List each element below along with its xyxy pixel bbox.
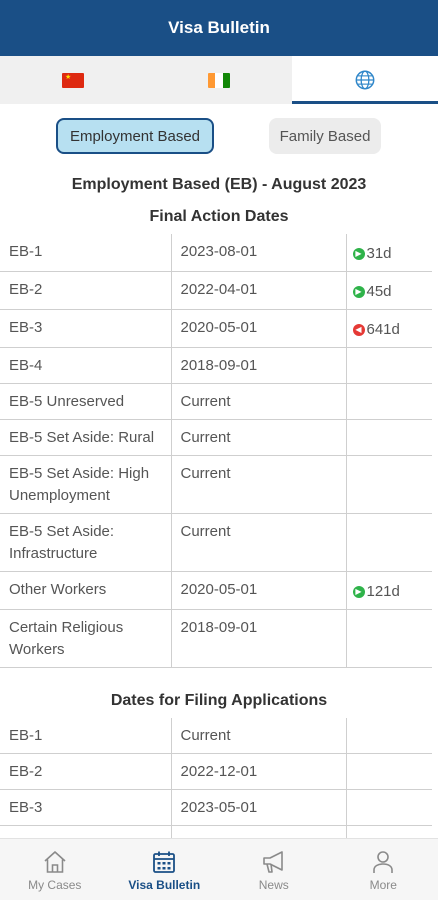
table-row: EB-5 Set Aside: High Unemployment Current <box>0 455 432 514</box>
globe-icon <box>355 70 375 90</box>
category-toggle: Employment Based Family Based <box>0 104 438 166</box>
nav-label: My Cases <box>28 877 82 892</box>
advance-arrow-icon: ▶ <box>352 248 365 260</box>
date-cell: 2023-08-01 <box>170 234 346 272</box>
date-cell: Current <box>170 383 346 420</box>
advance-arrow-icon: ▶ <box>352 286 365 298</box>
category-cell: EB-5 Set Aside: High Unemployment <box>0 455 171 514</box>
family-based-button[interactable]: Family Based <box>269 118 381 154</box>
nav-news[interactable]: News <box>219 839 329 900</box>
retrogress-arrow-icon: ◀ <box>352 324 365 336</box>
category-cell: Certain Religious Workers <box>0 609 171 668</box>
category-cell: EB-5 Set Aside: Rural <box>0 419 171 456</box>
change-cell <box>345 609 432 668</box>
employment-based-button[interactable]: Employment Based <box>56 118 214 154</box>
change-cell <box>345 789 432 826</box>
date-cell: 2018-09-01 <box>170 347 346 384</box>
advance-arrow-icon: ▶ <box>352 586 365 598</box>
filing-heading: Dates for Filing Applications <box>110 692 328 709</box>
megaphone-icon <box>262 850 283 873</box>
change-cell <box>345 383 432 420</box>
tab-india[interactable] <box>146 56 292 104</box>
app-header: Visa Bulletin <box>0 0 438 56</box>
table-row: EB-2 2022-04-01 ▶ 45d <box>0 271 432 310</box>
nav-more[interactable]: More <box>329 839 438 900</box>
change-cell <box>345 419 432 456</box>
category-cell: EB-3 <box>0 309 171 348</box>
change-indicator: ◀ 641d <box>352 319 400 341</box>
table-row: EB-1 2023-08-01 ▶ 31d <box>0 234 432 272</box>
change-indicator: ▶ 45d <box>352 281 392 303</box>
category-cell: EB-5 Set Aside: Infrastructure <box>0 513 171 572</box>
nav-label: News <box>258 877 289 892</box>
table-row: EB-3 2020-05-01 ◀ 641d <box>0 309 432 348</box>
page-title: Visa Bulletin <box>168 18 270 37</box>
tab-all-countries[interactable] <box>292 56 438 104</box>
category-cell: EB-4 <box>0 347 171 384</box>
china-flag-icon: ★ <box>62 72 84 88</box>
table-row: EB-5 Set Aside: Rural Current <box>0 419 432 456</box>
change-days: 641d <box>366 321 400 338</box>
table-row: Certain Religious Workers 2018-09-01 <box>0 609 432 668</box>
table-row: EB-2 2022-12-01 <box>0 753 432 790</box>
change-cell <box>345 718 432 754</box>
tab-china[interactable]: ★ <box>0 56 146 104</box>
date-cell: Current <box>170 419 346 456</box>
table-row: EB-5 Set Aside: Infrastructure Current <box>0 513 432 572</box>
date-cell: Current <box>170 455 346 514</box>
final-action-table: EB-1 2023-08-01 ▶ 31d EB-2 2022-04-01 ▶ 45d EB-3… <box>0 234 432 668</box>
change-indicator: ▶ 121d <box>352 581 400 603</box>
category-cell: Other Workers <box>0 571 171 610</box>
date-cell: 2020-05-01 <box>170 309 346 348</box>
table-row: EB-4 2018-09-01 <box>0 347 432 384</box>
category-cell: EB-1 <box>0 718 171 754</box>
change-cell: ▶ 121d <box>345 571 432 610</box>
nav-my-cases[interactable]: My Cases <box>0 839 110 900</box>
change-cell: ▶ 31d <box>345 234 432 272</box>
change-cell <box>345 347 432 384</box>
category-cell: EB-5 Unreserved <box>0 383 171 420</box>
change-indicator: ▶ 31d <box>352 243 392 265</box>
change-cell <box>345 513 432 572</box>
date-cell: 2020-05-01 <box>170 571 346 610</box>
date-cell: 2023-05-01 <box>170 789 346 826</box>
change-days: 121d <box>366 583 400 600</box>
change-days: 45d <box>366 283 392 300</box>
table-row: Other Workers 2020-05-01 ▶ 121d <box>0 571 432 610</box>
category-cell: EB-3 <box>0 789 171 826</box>
calendar-icon <box>153 851 176 873</box>
nav-label: Visa Bulletin <box>128 877 201 892</box>
home-icon <box>44 850 66 873</box>
category-cell: EB-2 <box>0 753 171 790</box>
final-action-heading: Final Action Dates <box>149 208 289 225</box>
change-cell: ◀ 641d <box>345 309 432 348</box>
change-days: 31d <box>366 245 392 262</box>
nav-label: More <box>369 877 397 892</box>
india-flag-icon <box>208 72 230 88</box>
change-cell <box>345 753 432 790</box>
category-cell: EB-1 <box>0 234 171 272</box>
date-cell: 2022-04-01 <box>170 271 346 310</box>
table-row: EB-1 Current <box>0 718 432 754</box>
category-cell: EB-2 <box>0 271 171 310</box>
table-row: EB-3 2023-05-01 <box>0 789 432 826</box>
nav-visa-bulletin[interactable]: Visa Bulletin <box>110 839 220 900</box>
date-cell: Current <box>170 513 346 572</box>
bulletin-heading: Employment Based (EB) - August 2023 <box>71 176 367 193</box>
date-cell: 2022-12-01 <box>170 753 346 790</box>
change-cell <box>345 455 432 514</box>
table-row: EB-5 UnreservedCurrent <box>0 383 432 420</box>
person-icon <box>373 850 394 873</box>
date-cell: Current <box>170 718 346 754</box>
bottom-nav: My Cases Visa Bulletin News More <box>0 838 438 900</box>
date-cell: 2018-09-01 <box>170 609 346 668</box>
country-tabs: ★ <box>0 56 438 104</box>
change-cell: ▶ 45d <box>345 271 432 310</box>
